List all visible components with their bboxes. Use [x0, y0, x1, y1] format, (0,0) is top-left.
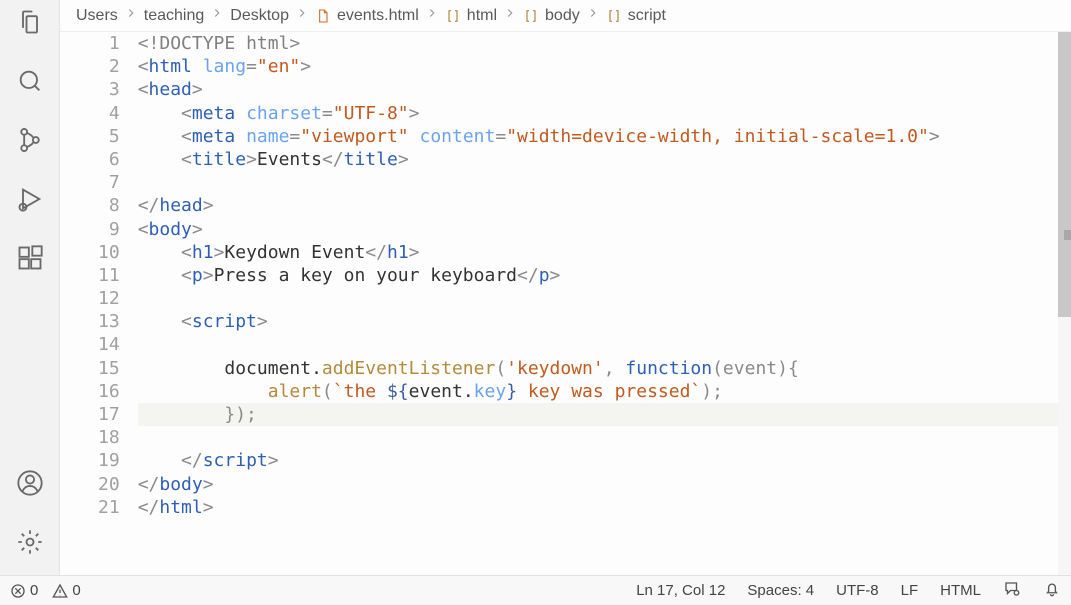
- line-number: 20: [98, 473, 120, 496]
- line-number: 14: [98, 333, 120, 356]
- line-number: 19: [98, 449, 120, 472]
- brackets-icon: [523, 8, 539, 24]
- code-line[interactable]: <!DOCTYPE html>: [138, 32, 1071, 55]
- brackets-icon: [606, 8, 622, 24]
- explorer-icon[interactable]: [16, 8, 44, 41]
- code-line[interactable]: <html lang="en">: [138, 55, 1071, 78]
- code-content[interactable]: <!DOCTYPE html><html lang="en"><head> <m…: [138, 32, 1071, 575]
- line-number: 3: [98, 78, 120, 101]
- line-number: 4: [98, 102, 120, 125]
- line-number-gutter: 123456789101112131415161718192021: [60, 32, 138, 575]
- status-encoding[interactable]: UTF-8: [836, 582, 879, 599]
- line-number: 12: [98, 287, 120, 310]
- scrollbar-thumb[interactable]: [1058, 32, 1071, 317]
- line-number: 7: [98, 171, 120, 194]
- line-number: 9: [98, 218, 120, 241]
- line-number: 1: [98, 32, 120, 55]
- breadcrumb-segment[interactable]: Desktop: [230, 7, 289, 25]
- scrollbar-marker: [1064, 230, 1071, 240]
- breadcrumb-separator-icon: [295, 6, 309, 25]
- source-control-icon[interactable]: [16, 126, 44, 159]
- error-count: 0: [30, 582, 38, 599]
- code-line[interactable]: <head>: [138, 78, 1071, 101]
- line-number: 15: [98, 357, 120, 380]
- code-line[interactable]: [138, 426, 1071, 449]
- warning-count: 0: [72, 582, 80, 599]
- line-number: 6: [98, 148, 120, 171]
- line-number: 21: [98, 496, 120, 519]
- breadcrumb-segment[interactable]: events.html: [337, 7, 419, 25]
- search-icon[interactable]: [16, 67, 44, 100]
- code-line[interactable]: <body>: [138, 218, 1071, 241]
- code-line[interactable]: });: [138, 403, 1071, 426]
- code-line[interactable]: [138, 171, 1071, 194]
- status-errors[interactable]: 0: [10, 582, 38, 599]
- code-line[interactable]: <p>Press a key on your keyboard</p>: [138, 264, 1071, 287]
- breadcrumb-segment[interactable]: html: [467, 7, 497, 25]
- code-line[interactable]: </body>: [138, 473, 1071, 496]
- breadcrumb-segment[interactable]: body: [545, 7, 580, 25]
- code-line[interactable]: alert(`the ${event.key} key was pressed`…: [138, 380, 1071, 403]
- code-line[interactable]: </html>: [138, 496, 1071, 519]
- line-number: 2: [98, 55, 120, 78]
- status-cursor-position[interactable]: Ln 17, Col 12: [636, 582, 725, 599]
- breadcrumb-separator-icon: [586, 6, 600, 25]
- activity-bar: [0, 0, 60, 575]
- code-line[interactable]: </script>: [138, 449, 1071, 472]
- line-number: 8: [98, 194, 120, 217]
- extensions-icon[interactable]: [16, 244, 44, 277]
- account-icon[interactable]: [16, 469, 44, 502]
- code-line[interactable]: [138, 287, 1071, 310]
- breadcrumb-separator-icon: [425, 6, 439, 25]
- breadcrumb-segment[interactable]: script: [628, 7, 666, 25]
- code-line[interactable]: </head>: [138, 194, 1071, 217]
- line-number: 10: [98, 241, 120, 264]
- code-line[interactable]: <meta name="viewport" content="width=dev…: [138, 125, 1071, 148]
- status-bar: 0 0 Ln 17, Col 12 Spaces: 4 UTF-8 LF HTM…: [0, 575, 1071, 605]
- breadcrumb-separator-icon: [210, 6, 224, 25]
- line-number: 17: [98, 403, 120, 426]
- debug-icon[interactable]: [16, 185, 44, 218]
- code-line[interactable]: <h1>Keydown Event</h1>: [138, 241, 1071, 264]
- status-warnings[interactable]: 0: [52, 582, 80, 599]
- settings-gear-icon[interactable]: [16, 528, 44, 561]
- status-feedback-icon[interactable]: [1003, 580, 1021, 602]
- code-line[interactable]: <title>Events</title>: [138, 148, 1071, 171]
- breadcrumb-separator-icon: [124, 6, 138, 25]
- line-number: 5: [98, 125, 120, 148]
- status-indentation[interactable]: Spaces: 4: [747, 582, 814, 599]
- status-bell-icon[interactable]: [1043, 580, 1061, 602]
- brackets-icon: [445, 8, 461, 24]
- breadcrumbs[interactable]: Users teaching Desktop events.html html body s…: [60, 0, 1071, 32]
- line-number: 16: [98, 380, 120, 403]
- status-eol[interactable]: LF: [901, 582, 919, 599]
- breadcrumb-segment[interactable]: Users: [76, 7, 118, 25]
- code-editor[interactable]: 123456789101112131415161718192021 <!DOCT…: [60, 32, 1071, 575]
- code-line[interactable]: [138, 333, 1071, 356]
- file-icon: [315, 8, 331, 24]
- line-number: 11: [98, 264, 120, 287]
- vertical-scrollbar[interactable]: [1058, 32, 1071, 575]
- code-line[interactable]: <script>: [138, 310, 1071, 333]
- line-number: 13: [98, 310, 120, 333]
- breadcrumb-segment[interactable]: teaching: [144, 7, 205, 25]
- line-number: 18: [98, 426, 120, 449]
- breadcrumb-separator-icon: [503, 6, 517, 25]
- status-language[interactable]: HTML: [940, 582, 981, 599]
- code-line[interactable]: document.addEventListener('keydown', fun…: [138, 357, 1071, 380]
- code-line[interactable]: <meta charset="UTF-8">: [138, 102, 1071, 125]
